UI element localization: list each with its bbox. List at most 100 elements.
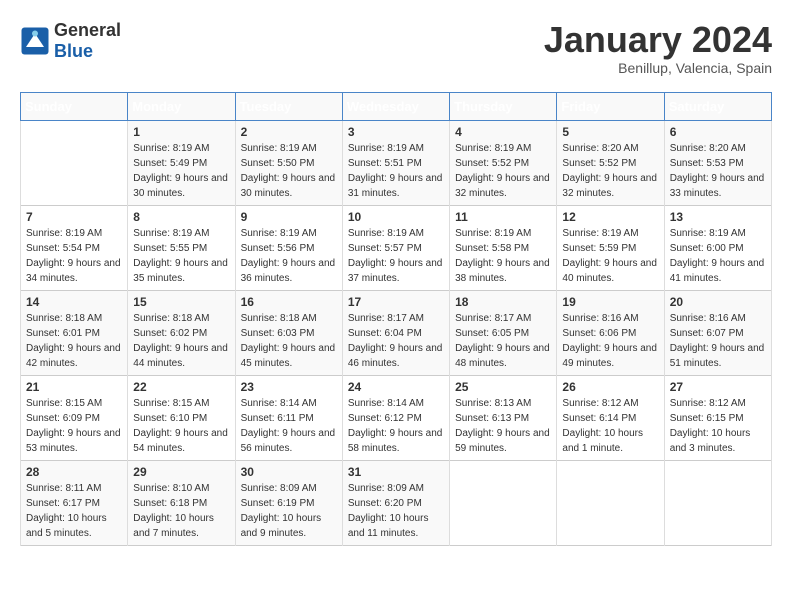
day-info: Sunrise: 8:12 AMSunset: 6:14 PMDaylight:… bbox=[562, 396, 658, 456]
day-cell: 3 Sunrise: 8:19 AMSunset: 5:51 PMDaylight… bbox=[342, 120, 449, 205]
day-info: Sunrise: 8:19 AMSunset: 5:55 PMDaylight:… bbox=[133, 226, 229, 286]
day-cell bbox=[557, 460, 664, 545]
day-cell: 18 Sunrise: 8:17 AMSunset: 6:05 PMDayligh… bbox=[450, 290, 557, 375]
day-number: 10 bbox=[348, 210, 444, 224]
page-header: General Blue January 2024 Benillup, Vale… bbox=[20, 20, 772, 76]
day-cell: 25 Sunrise: 8:13 AMSunset: 6:13 PMDayligh… bbox=[450, 375, 557, 460]
day-number: 19 bbox=[562, 295, 658, 309]
day-cell bbox=[21, 120, 128, 205]
day-info: Sunrise: 8:16 AMSunset: 6:07 PMDaylight:… bbox=[670, 311, 766, 371]
day-cell: 26 Sunrise: 8:12 AMSunset: 6:14 PMDayligh… bbox=[557, 375, 664, 460]
week-row-4: 21 Sunrise: 8:15 AMSunset: 6:09 PMDayligh… bbox=[21, 375, 772, 460]
day-number: 7 bbox=[26, 210, 122, 224]
day-number: 16 bbox=[241, 295, 337, 309]
day-info: Sunrise: 8:17 AMSunset: 6:05 PMDaylight:… bbox=[455, 311, 551, 371]
day-number: 30 bbox=[241, 465, 337, 479]
day-info: Sunrise: 8:11 AMSunset: 6:17 PMDaylight:… bbox=[26, 481, 122, 541]
day-number: 17 bbox=[348, 295, 444, 309]
day-info: Sunrise: 8:19 AMSunset: 5:56 PMDaylight:… bbox=[241, 226, 337, 286]
day-info: Sunrise: 8:19 AMSunset: 5:52 PMDaylight:… bbox=[455, 141, 551, 201]
logo: General Blue bbox=[20, 20, 121, 62]
day-number: 24 bbox=[348, 380, 444, 394]
day-info: Sunrise: 8:09 AMSunset: 6:19 PMDaylight:… bbox=[241, 481, 337, 541]
day-info: Sunrise: 8:18 AMSunset: 6:01 PMDaylight:… bbox=[26, 311, 122, 371]
logo-blue: Blue bbox=[54, 41, 121, 62]
day-cell: 24 Sunrise: 8:14 AMSunset: 6:12 PMDayligh… bbox=[342, 375, 449, 460]
day-number: 25 bbox=[455, 380, 551, 394]
day-cell: 11 Sunrise: 8:19 AMSunset: 5:58 PMDayligh… bbox=[450, 205, 557, 290]
month-title: January 2024 bbox=[544, 20, 772, 60]
logo-general: General bbox=[54, 20, 121, 41]
column-header-wednesday: Wednesday bbox=[342, 92, 449, 120]
day-info: Sunrise: 8:12 AMSunset: 6:15 PMDaylight:… bbox=[670, 396, 766, 456]
day-number: 21 bbox=[26, 380, 122, 394]
day-info: Sunrise: 8:19 AMSunset: 5:58 PMDaylight:… bbox=[455, 226, 551, 286]
day-number: 3 bbox=[348, 125, 444, 139]
day-cell: 17 Sunrise: 8:17 AMSunset: 6:04 PMDayligh… bbox=[342, 290, 449, 375]
calendar-table: SundayMondayTuesdayWednesdayThursdayFrid… bbox=[20, 92, 772, 546]
week-row-5: 28 Sunrise: 8:11 AMSunset: 6:17 PMDayligh… bbox=[21, 460, 772, 545]
day-number: 22 bbox=[133, 380, 229, 394]
day-cell: 27 Sunrise: 8:12 AMSunset: 6:15 PMDayligh… bbox=[664, 375, 771, 460]
day-cell: 31Sunrise: 8:09 AMSunset: 6:20 PMDayligh… bbox=[342, 460, 449, 545]
day-number: 27 bbox=[670, 380, 766, 394]
day-info: Sunrise: 8:19 AMSunset: 6:00 PMDaylight:… bbox=[670, 226, 766, 286]
day-info: Sunrise: 8:20 AMSunset: 5:53 PMDaylight:… bbox=[670, 141, 766, 201]
day-cell: 28 Sunrise: 8:11 AMSunset: 6:17 PMDayligh… bbox=[21, 460, 128, 545]
day-number: 18 bbox=[455, 295, 551, 309]
column-header-tuesday: Tuesday bbox=[235, 92, 342, 120]
day-info: Sunrise: 8:19 AMSunset: 5:57 PMDaylight:… bbox=[348, 226, 444, 286]
day-info: Sunrise: 8:19 AMSunset: 5:51 PMDaylight:… bbox=[348, 141, 444, 201]
day-info: Sunrise: 8:15 AMSunset: 6:09 PMDaylight:… bbox=[26, 396, 122, 456]
day-number: 23 bbox=[241, 380, 337, 394]
day-info: Sunrise: 8:20 AMSunset: 5:52 PMDaylight:… bbox=[562, 141, 658, 201]
day-info: Sunrise: 8:19 AMSunset: 5:59 PMDaylight:… bbox=[562, 226, 658, 286]
day-cell: 20 Sunrise: 8:16 AMSunset: 6:07 PMDayligh… bbox=[664, 290, 771, 375]
day-number: 8 bbox=[133, 210, 229, 224]
day-cell: 12Sunrise: 8:19 AMSunset: 5:59 PMDayligh… bbox=[557, 205, 664, 290]
day-info: Sunrise: 8:14 AMSunset: 6:11 PMDaylight:… bbox=[241, 396, 337, 456]
day-cell: 7Sunrise: 8:19 AMSunset: 5:54 PMDaylight… bbox=[21, 205, 128, 290]
day-number: 28 bbox=[26, 465, 122, 479]
day-info: Sunrise: 8:19 AMSunset: 5:49 PMDaylight:… bbox=[133, 141, 229, 201]
day-info: Sunrise: 8:10 AMSunset: 6:18 PMDaylight:… bbox=[133, 481, 229, 541]
day-number: 13 bbox=[670, 210, 766, 224]
day-number: 15 bbox=[133, 295, 229, 309]
week-row-1: 1Sunrise: 8:19 AMSunset: 5:49 PMDaylight… bbox=[21, 120, 772, 205]
day-info: Sunrise: 8:19 AMSunset: 5:50 PMDaylight:… bbox=[241, 141, 337, 201]
day-number: 20 bbox=[670, 295, 766, 309]
day-cell: 8 Sunrise: 8:19 AMSunset: 5:55 PMDaylight… bbox=[128, 205, 235, 290]
day-info: Sunrise: 8:15 AMSunset: 6:10 PMDaylight:… bbox=[133, 396, 229, 456]
week-row-3: 14Sunrise: 8:18 AMSunset: 6:01 PMDayligh… bbox=[21, 290, 772, 375]
day-info: Sunrise: 8:18 AMSunset: 6:03 PMDaylight:… bbox=[241, 311, 337, 371]
day-cell: 13 Sunrise: 8:19 AMSunset: 6:00 PMDayligh… bbox=[664, 205, 771, 290]
day-number: 2 bbox=[241, 125, 337, 139]
logo-text: General Blue bbox=[54, 20, 121, 62]
logo-icon bbox=[20, 26, 50, 56]
day-number: 11 bbox=[455, 210, 551, 224]
day-info: Sunrise: 8:13 AMSunset: 6:13 PMDaylight:… bbox=[455, 396, 551, 456]
day-cell bbox=[450, 460, 557, 545]
day-cell: 16 Sunrise: 8:18 AMSunset: 6:03 PMDayligh… bbox=[235, 290, 342, 375]
day-cell: 14Sunrise: 8:18 AMSunset: 6:01 PMDayligh… bbox=[21, 290, 128, 375]
day-info: Sunrise: 8:17 AMSunset: 6:04 PMDaylight:… bbox=[348, 311, 444, 371]
day-cell: 21 Sunrise: 8:15 AMSunset: 6:09 PMDayligh… bbox=[21, 375, 128, 460]
day-info: Sunrise: 8:14 AMSunset: 6:12 PMDaylight:… bbox=[348, 396, 444, 456]
day-cell: 4 Sunrise: 8:19 AMSunset: 5:52 PMDaylight… bbox=[450, 120, 557, 205]
column-header-saturday: Saturday bbox=[664, 92, 771, 120]
day-number: 4 bbox=[455, 125, 551, 139]
day-number: 5 bbox=[562, 125, 658, 139]
column-header-thursday: Thursday bbox=[450, 92, 557, 120]
column-header-sunday: Sunday bbox=[21, 92, 128, 120]
day-cell: 6Sunrise: 8:20 AMSunset: 5:53 PMDaylight… bbox=[664, 120, 771, 205]
day-header-row: SundayMondayTuesdayWednesdayThursdayFrid… bbox=[21, 92, 772, 120]
day-number: 9 bbox=[241, 210, 337, 224]
day-number: 31 bbox=[348, 465, 444, 479]
day-cell: 19Sunrise: 8:16 AMSunset: 6:06 PMDayligh… bbox=[557, 290, 664, 375]
day-cell: 22 Sunrise: 8:15 AMSunset: 6:10 PMDayligh… bbox=[128, 375, 235, 460]
day-number: 26 bbox=[562, 380, 658, 394]
day-cell: 1Sunrise: 8:19 AMSunset: 5:49 PMDaylight… bbox=[128, 120, 235, 205]
day-cell: 5 Sunrise: 8:20 AMSunset: 5:52 PMDaylight… bbox=[557, 120, 664, 205]
day-info: Sunrise: 8:18 AMSunset: 6:02 PMDaylight:… bbox=[133, 311, 229, 371]
day-cell: 30 Sunrise: 8:09 AMSunset: 6:19 PMDayligh… bbox=[235, 460, 342, 545]
